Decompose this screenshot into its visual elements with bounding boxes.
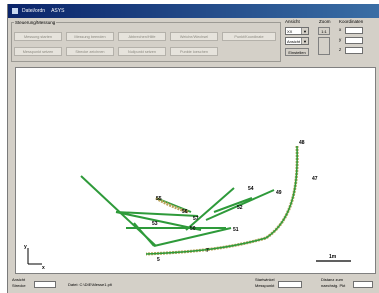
status-file: Datei: C:\DIE\Messe1.plt: [68, 282, 112, 287]
chevron-down-icon: ▼: [301, 28, 308, 34]
app-icon: [11, 7, 19, 15]
view-select-value: XX: [287, 28, 293, 34]
track-line: [185, 187, 235, 231]
settings-button[interactable]: Einstellen: [285, 48, 309, 56]
control-group-legend: Steuerung/Messung: [15, 20, 56, 25]
point-label: 5: [157, 257, 160, 263]
status-measure-point-label: Messpunkt: [255, 283, 275, 288]
point-label: 54: [248, 186, 254, 192]
ansicht-label: Ansicht: [285, 19, 300, 24]
point-label: 7: [206, 248, 209, 254]
switch-button[interactable]: Weiche/Wechsel: [170, 32, 218, 41]
view-mode-select-value: Ansicht: [287, 38, 301, 44]
title-part-1: Datei/ordn: [22, 8, 46, 14]
y-coord-field[interactable]: [345, 37, 363, 44]
status-label-view: Ansicht: [12, 277, 26, 282]
point-label: 51: [233, 227, 239, 233]
x-coord-field[interactable]: [345, 27, 363, 34]
status-bar: Ansicht Strecke Datei: C:\DIE\Messe1.plt…: [8, 276, 379, 293]
view-select[interactable]: XX ▼: [285, 27, 309, 35]
app-window: Datei/ordn ASYS Steuerung/Messung Messun…: [7, 4, 379, 293]
status-track-field: [34, 281, 56, 288]
cancel-help-button[interactable]: Abbrechen/Hilfe: [118, 32, 166, 41]
zoom-slider[interactable]: [318, 37, 330, 55]
end-measure-button[interactable]: Messung beenden: [66, 32, 114, 41]
toolbar-area: Steuerung/Messung Messung starten Messun…: [8, 18, 379, 66]
track-drawing: 48 47 49 54 52 51 50 53 55 56 57 5 7 1m …: [24, 140, 351, 271]
point-label: 52: [237, 205, 243, 211]
title-part-2: ASYS: [51, 8, 65, 14]
zoom-value[interactable]: 1:1: [318, 27, 330, 35]
status-next-point-label: naechstg. Pkt: [321, 283, 346, 288]
delete-points-button[interactable]: Punkte loeschen: [170, 47, 218, 56]
z-coord-field[interactable]: [345, 47, 363, 54]
x-coord-label: x: [339, 27, 342, 32]
status-start-angle-label: Startwinkel: [255, 277, 275, 282]
point-label: 57: [193, 216, 199, 222]
chevron-down-icon: ▼: [301, 38, 308, 44]
control-group: Steuerung/Messung Messung starten Messun…: [11, 20, 281, 62]
title-bar: Datei/ordn ASYS: [8, 4, 379, 18]
point-label: 47: [312, 176, 318, 182]
point-label: 48: [299, 140, 305, 146]
point-label: 50: [190, 226, 196, 232]
y-coord-label: y: [339, 37, 342, 42]
coordinates-label: Koordinaten: [339, 19, 364, 24]
axis-y-label: y: [24, 244, 27, 250]
track-line: [133, 222, 155, 247]
draw-track-button[interactable]: Strecke zeichnen: [66, 47, 114, 56]
point-coordinate-button[interactable]: Punkt/Koordinate: [222, 32, 276, 41]
track-canvas[interactable]: 48 47 49 54 52 51 50 53 55 56 57 5 7 1m …: [15, 67, 376, 274]
zoom-label: Zoom: [319, 19, 331, 24]
status-distance-field: [353, 281, 373, 288]
set-point-button[interactable]: Messpunkt setzen: [14, 47, 62, 56]
view-mode-select[interactable]: Ansicht ▼: [285, 37, 309, 45]
set-origin-button[interactable]: Nullpunkt setzen: [118, 47, 166, 56]
status-distance-label: Distanz zum: [321, 277, 344, 282]
point-label: 55: [156, 196, 162, 202]
scale-label: 1m: [329, 254, 337, 260]
status-label-track: Strecke: [12, 283, 26, 288]
point-label: 56: [182, 209, 188, 215]
axis-x-label: x: [42, 265, 45, 271]
status-measure-field: [278, 281, 302, 288]
z-coord-label: z: [339, 47, 342, 52]
point-label: 53: [152, 221, 158, 227]
start-measure-button[interactable]: Messung starten: [14, 32, 62, 41]
point-label: 49: [276, 190, 282, 196]
